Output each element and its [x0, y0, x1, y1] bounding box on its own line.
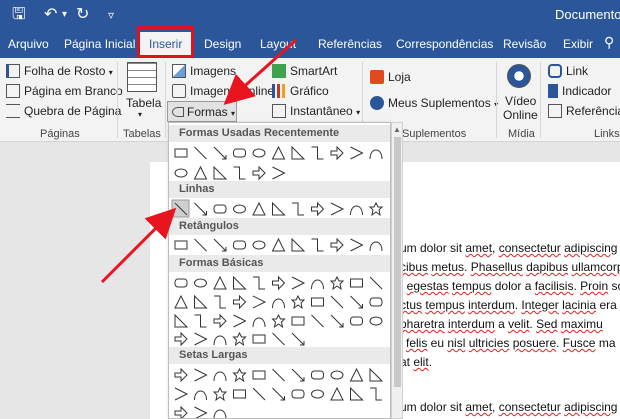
arrow-to-formas: [223, 38, 298, 106]
annotation-arrows: [100, 38, 298, 284]
arrow-to-line-shape: [100, 207, 177, 284]
